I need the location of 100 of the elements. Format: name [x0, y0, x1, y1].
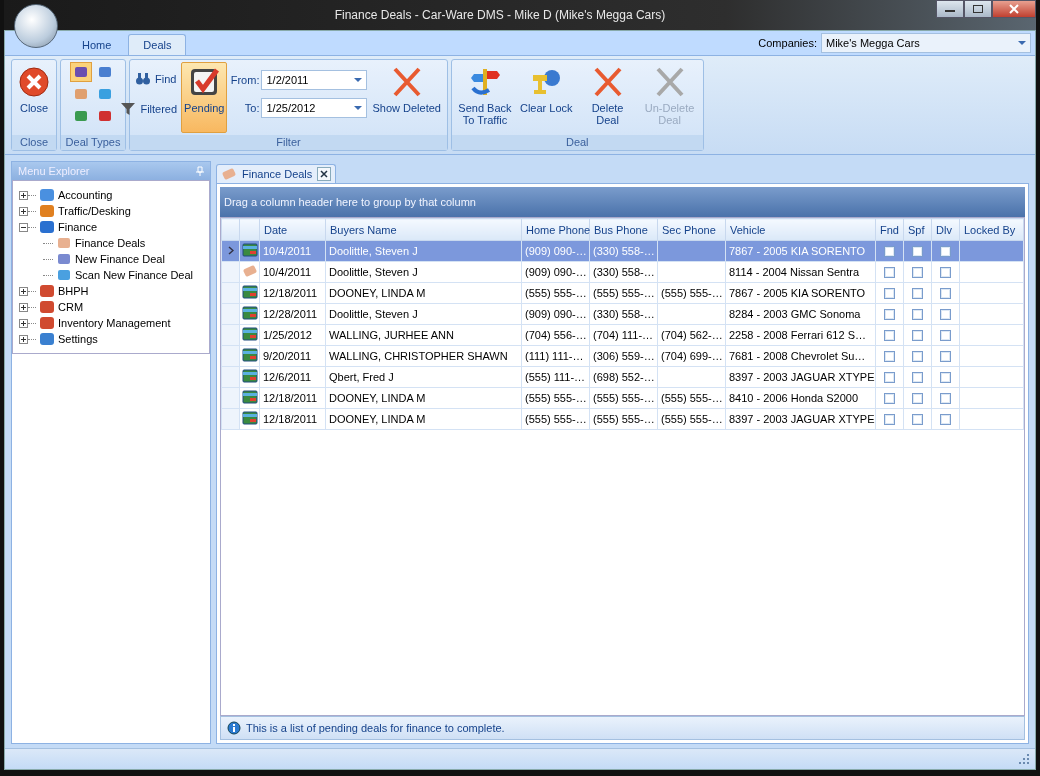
checkbox[interactable] — [912, 288, 923, 300]
column-header[interactable]: Home Phone — [521, 218, 590, 241]
expander-icon[interactable] — [19, 222, 28, 232]
checkbox[interactable] — [884, 393, 895, 405]
filtered-button[interactable]: Filtered — [118, 100, 180, 118]
close-tab-icon[interactable] — [317, 167, 332, 181]
to-date-field[interactable]: 1/25/2012 — [261, 98, 368, 118]
column-header[interactable]: Vehicle — [725, 218, 876, 241]
table-cell: (704) 556-… — [521, 324, 590, 346]
close-button[interactable] — [992, 0, 1036, 18]
checkbox[interactable] — [940, 351, 951, 363]
checkbox[interactable] — [884, 246, 895, 258]
checkbox[interactable] — [940, 309, 951, 321]
checkbox[interactable] — [940, 372, 951, 384]
close-deal-button[interactable]: Close — [15, 62, 53, 133]
column-header[interactable]: Buyers Name — [325, 218, 522, 241]
checkbox[interactable] — [912, 267, 923, 279]
from-date-field[interactable]: 1/2/2011 — [261, 70, 368, 90]
info-text: This is a list of pending deals for finance to complete. — [246, 722, 505, 734]
delete-deal-button[interactable]: Delete Deal — [577, 62, 638, 133]
deal-type-icon — [97, 86, 113, 102]
grid-row[interactable]: 12/18/2011 DOONEY, LINDA M (555) 555-… (555) 555-… (555) 555-… 8397 - 2003 JAGUAR XTYPE — [221, 408, 1024, 430]
column-header[interactable]: Dlv — [931, 218, 960, 241]
table-cell: (306) 559-… — [589, 345, 658, 367]
checkbox[interactable] — [912, 372, 923, 384]
column-header[interactable]: Spf — [903, 218, 932, 241]
checkbox[interactable] — [884, 330, 895, 342]
table-cell: (555) 555-… — [589, 282, 658, 304]
resize-grip-icon[interactable] — [1019, 754, 1029, 764]
checkbox[interactable] — [884, 372, 895, 384]
column-header[interactable]: Fnd — [875, 218, 904, 241]
tree-item[interactable]: Scan New Finance Deal — [75, 269, 193, 281]
info-icon — [227, 721, 241, 735]
expander-icon[interactable] — [19, 190, 28, 200]
clear-lock-button[interactable]: Clear Lock — [516, 62, 576, 133]
checkbox[interactable] — [912, 414, 923, 426]
grid-row[interactable]: 12/18/2011 DOONEY, LINDA M (555) 555-… (555) 555-… (555) 555-… 7867 - 2005 KIA SORENTO — [221, 282, 1024, 304]
funnel-icon — [120, 102, 137, 116]
grid-row[interactable]: 12/28/2011 Doolittle, Steven J (909) 090-… (330) 558-… 8284 - 2003 GMC Sonoma — [221, 303, 1024, 325]
checkbox[interactable] — [912, 393, 923, 405]
table-cell: (555) 555-… — [657, 282, 726, 304]
app-logo-icon[interactable] — [14, 4, 58, 48]
checkbox[interactable] — [912, 330, 923, 342]
grid-row[interactable]: 12/18/2011 DOONEY, LINDA M (555) 555-… (555) 555-… (555) 555-… 8410 - 2006 Honda S2000 — [221, 387, 1024, 409]
table-cell: (111) 111-… — [521, 345, 590, 367]
minimize-button[interactable] — [936, 0, 964, 18]
pin-icon[interactable] — [196, 166, 204, 176]
checkbox[interactable] — [884, 309, 895, 321]
tree-item[interactable]: Finance Deals — [75, 237, 146, 249]
column-header[interactable]: Date — [259, 218, 326, 241]
tree-item[interactable]: BHPH — [58, 285, 89, 297]
checkbox[interactable] — [884, 414, 895, 426]
checkbox[interactable] — [940, 267, 951, 279]
expander-icon[interactable] — [19, 206, 28, 216]
send-back-button[interactable]: Send Back To Traffic — [454, 62, 515, 133]
checkbox[interactable] — [940, 246, 951, 258]
ribbon-tab[interactable]: Deals — [128, 34, 187, 55]
expander-icon[interactable] — [19, 334, 28, 344]
tree-item[interactable]: Inventory Management — [58, 317, 171, 329]
checkbox[interactable] — [884, 267, 895, 279]
window-title: Finance Deals - Car-Ware DMS - Mike D (Mike's Megga Cars) — [333, 8, 667, 22]
table-cell: (704) 699-… — [657, 345, 726, 367]
tree-item[interactable]: CRM — [58, 301, 84, 313]
companies-dropdown[interactable]: Mike's Megga Cars — [821, 33, 1031, 53]
checkbox[interactable] — [884, 351, 895, 363]
grid-row[interactable]: 1/25/2012 WALLING, JURHEE ANN (704) 556-… (704) 111-… (704) 562-… 2258 - 2008 Ferrari 612 S… — [221, 324, 1024, 346]
document-tab[interactable]: Finance Deals — [216, 164, 337, 183]
expander-icon[interactable] — [19, 286, 28, 296]
checkbox[interactable] — [912, 309, 923, 321]
tree-item[interactable]: Traffic/Desking — [58, 205, 131, 217]
ribbon-tab[interactable]: Home — [67, 34, 127, 55]
maximize-button[interactable] — [964, 0, 992, 18]
table-cell: Doolittle, Steven J — [325, 240, 522, 262]
tree-item[interactable]: Settings — [58, 333, 98, 345]
tree-item[interactable]: New Finance Deal — [75, 253, 165, 265]
checkbox[interactable] — [912, 351, 923, 363]
pending-toggle[interactable]: Pending — [181, 62, 228, 133]
column-header[interactable]: Locked By — [959, 218, 1024, 241]
expander-icon[interactable] — [19, 318, 28, 328]
table-cell — [657, 366, 726, 388]
checkbox[interactable] — [940, 393, 951, 405]
grid-row[interactable]: 9/20/2011 WALLING, CHRISTOPHER SHAWN (111) 111-… (306) 559-… (704) 699-… 7681 - 2008 Chevrolet Su… — [221, 345, 1024, 367]
column-header[interactable]: Sec Phone — [657, 218, 726, 241]
deal-type-icon — [97, 108, 113, 124]
grid-row[interactable]: 10/4/2011 Doolittle, Steven J (909) 090-… (330) 558-… 8114 - 2004 Nissan Sentra — [221, 261, 1024, 283]
tree-item[interactable]: Finance — [58, 221, 98, 233]
show-deleted-button[interactable]: Show Deleted — [369, 62, 444, 133]
table-cell: Doolittle, Steven J — [325, 303, 522, 325]
from-label: From: — [229, 74, 260, 86]
checkbox[interactable] — [884, 288, 895, 300]
checkbox[interactable] — [940, 288, 951, 300]
grid-row[interactable]: 12/6/2011 Qbert, Fred J (555) 111-… (698) 552-… 8397 - 2003 JAGUAR XTYPE — [221, 366, 1024, 388]
column-header[interactable]: Bus Phone — [589, 218, 658, 241]
checkbox[interactable] — [940, 414, 951, 426]
find-button[interactable]: Find — [133, 70, 179, 88]
checkbox[interactable] — [912, 246, 923, 258]
expander-icon[interactable] — [19, 302, 28, 312]
checkbox[interactable] — [940, 330, 951, 342]
deal-type-button[interactable] — [70, 62, 92, 82]
tree-item[interactable]: Accounting — [58, 189, 113, 201]
